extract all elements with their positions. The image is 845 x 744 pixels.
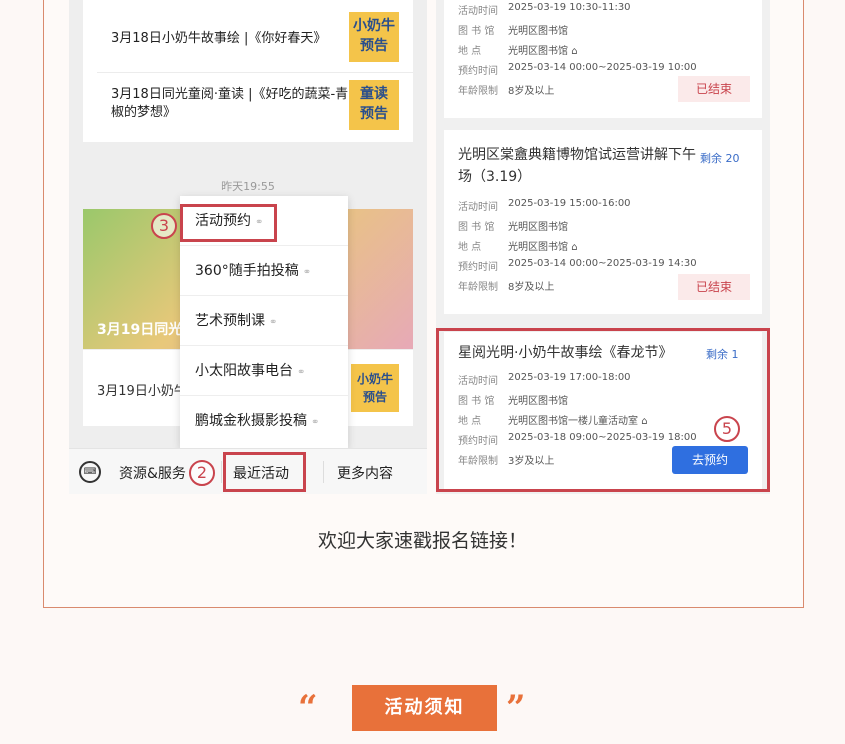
step-marker: 3 xyxy=(151,213,177,239)
message-title: 3月18日同光童阅·童读 |《好吃的蔬菜-青椒的梦想》 xyxy=(111,87,349,120)
message-title: 3月18日小奶牛故事绘 |《你好春天》 xyxy=(111,31,327,46)
list-item[interactable]: 3月18日小奶牛故事绘 |《你好春天》 小奶牛 预告 xyxy=(97,0,413,73)
field-value: 8岁及以上 xyxy=(508,86,555,97)
message-thumbnail: 小奶牛 预告 xyxy=(351,364,399,412)
highlight-box xyxy=(436,328,770,492)
event-title: 光明区棠盦典籍博物馆试运营讲解下午场（3.19） xyxy=(458,147,696,185)
caption-text: 欢迎大家速戳报名链接！ xyxy=(317,530,527,552)
message-thumbnail: 童读 预告 xyxy=(349,80,399,130)
section-title: 活动须知 xyxy=(352,685,497,731)
link-icon: ⚭ xyxy=(311,417,320,428)
menu-item-story-radio[interactable]: 小太阳故事电台 ⚭ xyxy=(180,346,348,396)
location-icon: ⌂ xyxy=(571,46,578,57)
field-label: 图 书 馆 xyxy=(458,26,495,37)
field-label: 预约时间 xyxy=(458,262,498,273)
field-label: 年龄限制 xyxy=(458,86,498,97)
message-card: 3月18日小奶牛故事绘 |《你好春天》 小奶牛 预告 3月18日同光童阅·童读 … xyxy=(83,0,413,142)
field-value: 2025-03-14 00:00~2025-03-19 10:00 xyxy=(508,62,697,73)
remaining-count: 剩余 20 xyxy=(700,152,740,165)
divider xyxy=(323,461,324,483)
field-value: 光明区图书馆 xyxy=(508,26,568,37)
field-label: 活动时间 xyxy=(458,6,498,17)
field-value: 光明区图书馆 ⌂ xyxy=(508,46,578,57)
chat-timestamp: 昨天19:55 xyxy=(221,180,275,193)
divider xyxy=(221,461,222,483)
field-label: 地 点 xyxy=(458,46,482,57)
open-quote-icon: “ xyxy=(298,688,318,728)
wechat-chat-screenshot: 3月18日小奶牛故事绘 |《你好春天》 小奶牛 预告 3月18日同光童阅·童读 … xyxy=(69,0,427,494)
field-value: 2025-03-19 10:30-11:30 xyxy=(508,2,631,13)
menu-item-art-course[interactable]: 艺术预制课 ⚭ xyxy=(180,296,348,346)
field-value: 光明区图书馆 ⌂ xyxy=(508,242,578,253)
field-label: 图 书 馆 xyxy=(458,222,495,233)
highlight-box xyxy=(180,204,277,242)
highlight-box xyxy=(223,452,306,492)
status-badge: 已结束 xyxy=(678,274,750,300)
event-card[interactable]: 活动时间 2025-03-19 10:30-11:30 图 书 馆 光明区图书馆… xyxy=(444,0,762,118)
list-item[interactable]: 3月18日同光童阅·童读 |《好吃的蔬菜-青椒的梦想》 童读 预告 xyxy=(97,72,413,142)
menu-resources[interactable]: 资源&服务 xyxy=(119,463,186,483)
close-quote-icon: ” xyxy=(506,688,526,728)
status-badge: 已结束 xyxy=(678,76,750,102)
link-icon: ⚭ xyxy=(302,267,312,278)
field-label: 地 点 xyxy=(458,242,482,253)
field-value: 光明区图书馆 xyxy=(508,222,568,233)
banner-caption: 3月19日同光 xyxy=(97,322,183,338)
link-icon: ⚭ xyxy=(269,317,278,328)
field-value: 8岁及以上 xyxy=(508,282,555,293)
menu-more[interactable]: 更多内容 xyxy=(337,463,393,483)
menu-item-360-photo[interactable]: 360°随手拍投稿 ⚭ xyxy=(180,246,348,296)
link-icon: ⚭ xyxy=(297,367,306,378)
field-label: 年龄限制 xyxy=(458,282,498,293)
step-marker: 2 xyxy=(189,460,215,486)
field-value: 2025-03-19 15:00-16:00 xyxy=(508,198,631,209)
reservation-list-screenshot: 活动时间 2025-03-19 10:30-11:30 图 书 馆 光明区图书馆… xyxy=(436,0,770,494)
message-thumbnail: 小奶牛 预告 xyxy=(349,12,399,62)
event-card[interactable]: 光明区棠盦典籍博物馆试运营讲解下午场（3.19） 剩余 20 活动时间 2025… xyxy=(444,130,762,314)
field-label: 活动时间 xyxy=(458,202,498,213)
keyboard-icon[interactable]: ⌨ xyxy=(79,461,101,483)
field-value: 2025-03-14 00:00~2025-03-19 14:30 xyxy=(508,258,697,269)
field-label: 预约时间 xyxy=(458,66,498,77)
location-icon: ⌂ xyxy=(571,242,578,253)
message-title: 3月19日小奶牛 xyxy=(97,384,187,399)
menu-item-photo-contest[interactable]: 鹏城金秋摄影投稿 ⚭ xyxy=(180,396,348,446)
